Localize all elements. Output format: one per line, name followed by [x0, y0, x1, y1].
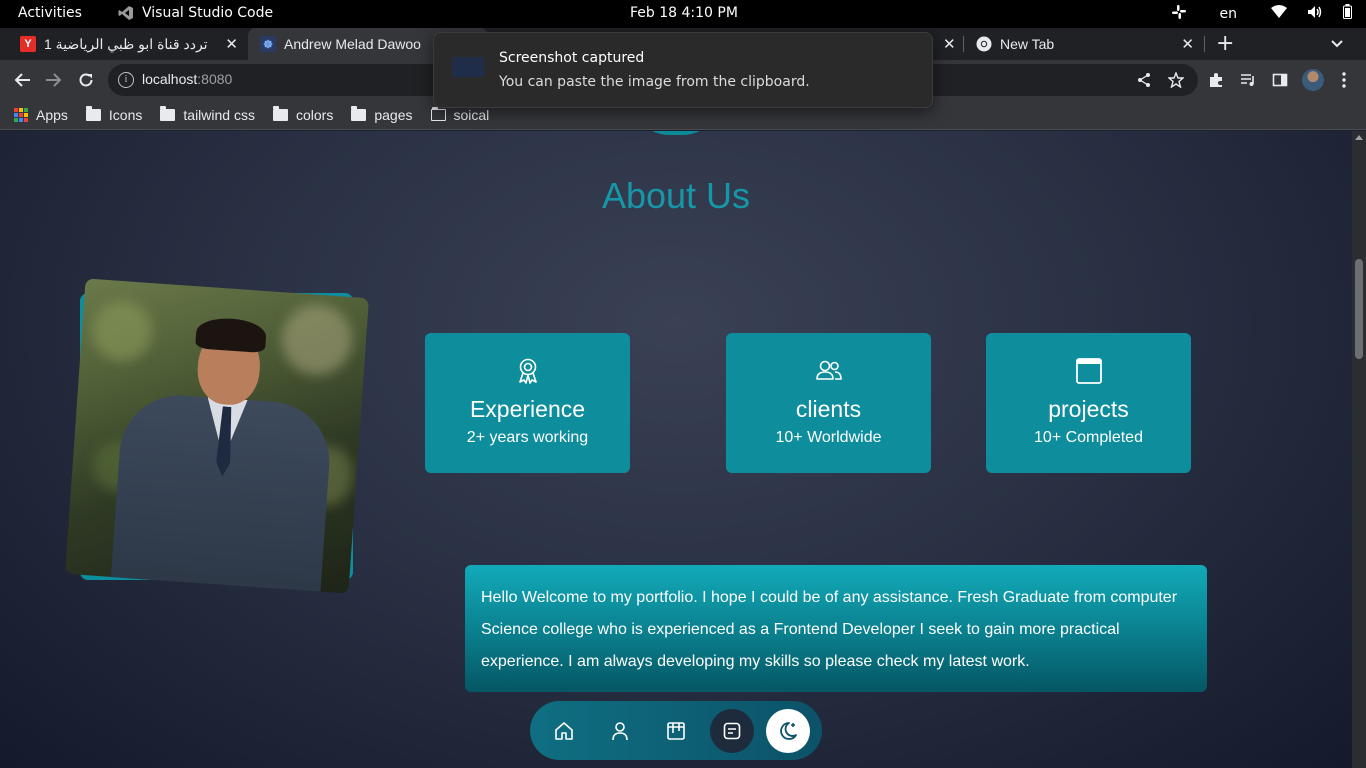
language-indicator[interactable]: en [1220, 6, 1238, 22]
tab-separator [963, 36, 964, 52]
nav-contact-button[interactable] [710, 709, 754, 753]
message-icon [723, 722, 741, 740]
scrollbar-thumb[interactable] [1355, 259, 1363, 359]
experience-card: Experience 2+ years working [425, 333, 630, 473]
new-tab-button[interactable]: + [1216, 31, 1234, 56]
close-tab-icon[interactable]: ✕ [225, 35, 238, 53]
address-url[interactable]: localhost:8080 [142, 71, 232, 87]
portfolio-favicon-icon: ☸ [260, 36, 276, 52]
close-tab-icon[interactable]: ✕ [943, 35, 956, 53]
nav-about-button[interactable] [598, 709, 642, 753]
more-menu-icon[interactable] [1334, 70, 1354, 90]
wifi-icon[interactable] [1271, 5, 1287, 22]
tab-title: تردد قناة ابو ظبي الرياضية 1 [44, 35, 208, 52]
tab-search-chevron-icon[interactable] [1330, 35, 1344, 54]
folder-icon [160, 105, 176, 121]
battery-icon[interactable] [1343, 4, 1352, 23]
arrow-right-icon [46, 73, 62, 87]
system-tray: en [1171, 4, 1352, 23]
nav-projects-button[interactable] [654, 709, 698, 753]
tab-title: New Tab [1000, 36, 1055, 52]
portfolio-page: About Us Experience 2+ years working cli… [0, 131, 1352, 768]
card-title: Experience [469, 396, 586, 422]
chrome-favicon-icon [976, 36, 992, 52]
card-title: projects [1048, 396, 1129, 422]
folder-icon [351, 105, 367, 121]
tab-separator [1204, 36, 1205, 52]
app-name: Visual Studio Code [142, 5, 274, 21]
profile-photo [65, 278, 369, 594]
clock[interactable]: Feb 18 4:10 PM [630, 5, 738, 21]
folder-icon [272, 105, 288, 121]
bookmark-star-icon[interactable] [1166, 70, 1186, 90]
bookmark-folder-colors[interactable]: colors [272, 105, 333, 123]
site-info-icon[interactable]: i [118, 72, 134, 88]
award-icon [519, 358, 537, 384]
card-subtitle: 2+ years working [466, 429, 589, 446]
tab-abu-dhabi[interactable]: Y تردد قناة ابو ظبي الرياضية 1 ✕ [12, 28, 244, 60]
slack-icon[interactable] [1171, 4, 1186, 23]
media-playlist-icon[interactable] [1238, 70, 1258, 90]
users-icon [816, 360, 842, 380]
apps-grid-icon [14, 107, 28, 122]
system-top-bar: Activities Visual Studio Code Feb 18 4:1… [0, 0, 1366, 28]
bottom-nav-dock [530, 701, 822, 760]
home-icon [555, 722, 573, 740]
user-icon [612, 722, 628, 741]
vscode-icon [118, 6, 133, 20]
reload-button[interactable] [74, 68, 98, 92]
notification-title: Screenshot captured [499, 50, 645, 66]
folder-icon [85, 105, 101, 121]
page-scrollbar[interactable] [1352, 131, 1366, 768]
share-icon[interactable] [1134, 70, 1154, 90]
projects-card: projects 10+ Completed [986, 333, 1191, 473]
screenshot-thumbnail [452, 57, 484, 77]
about-title: About Us [601, 175, 751, 216]
close-tab-icon[interactable]: ✕ [1181, 35, 1194, 53]
activities-button[interactable]: Activities [18, 5, 82, 21]
tab-title: Andrew Melad Dawoo [284, 36, 421, 52]
yandex-favicon-icon: Y [20, 36, 36, 52]
theme-toggle-button[interactable] [766, 709, 810, 753]
hero-avatar-edge [630, 131, 722, 135]
bookmark-folder-tailwind[interactable]: tailwind css [160, 105, 255, 123]
reload-icon [79, 73, 93, 87]
notification-body: You can paste the image from the clipboa… [499, 74, 810, 90]
bookmark-folder-soical[interactable]: soical [430, 106, 489, 123]
card-title: clients [795, 396, 862, 422]
extensions-puzzle-icon[interactable] [1206, 70, 1226, 90]
bookmark-apps[interactable]: Apps [14, 107, 68, 123]
back-button[interactable] [10, 68, 34, 92]
bookmark-folder-icons[interactable]: Icons [85, 105, 142, 123]
screenshot-notification[interactable]: Screenshot captured You can paste the im… [433, 32, 933, 108]
projects-icon [667, 722, 685, 740]
folder-open-icon [430, 106, 446, 121]
profile-avatar[interactable] [1302, 69, 1324, 91]
about-bio: Hello Welcome to my portfolio. I hope I … [465, 565, 1207, 692]
scroll-up-arrow-icon[interactable] [1355, 135, 1363, 140]
arrow-left-icon [14, 73, 30, 87]
side-panel-icon[interactable] [1270, 70, 1290, 90]
app-menu[interactable]: Visual Studio Code [118, 5, 273, 21]
card-subtitle: 10+ Worldwide [775, 429, 882, 446]
tab-new-tab[interactable]: New Tab ✕ [966, 28, 1200, 60]
volume-icon[interactable] [1307, 5, 1323, 23]
forward-button[interactable] [42, 68, 66, 92]
clients-card: clients 10+ Worldwide [726, 333, 931, 473]
card-subtitle: 10+ Completed [1034, 429, 1143, 446]
dark-mode-icon [780, 722, 797, 740]
window-icon [1076, 358, 1102, 384]
bookmark-folder-pages[interactable]: pages [351, 105, 413, 123]
nav-home-button[interactable] [542, 709, 586, 753]
